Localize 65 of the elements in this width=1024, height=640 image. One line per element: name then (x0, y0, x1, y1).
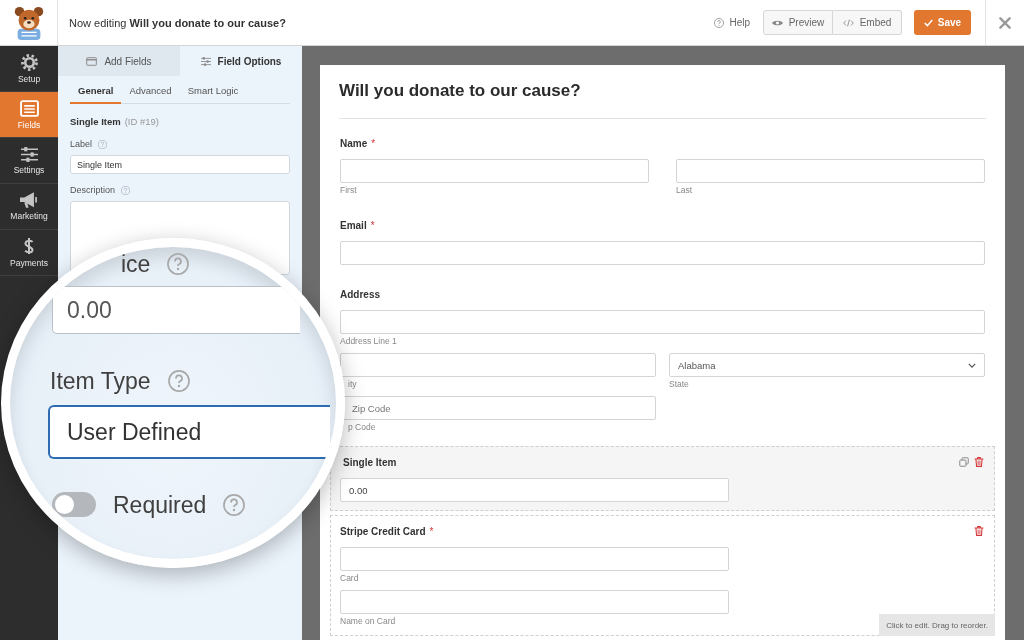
sublabel: Last (676, 185, 694, 196)
option-label: ice (121, 252, 151, 276)
check-icon (923, 18, 933, 27)
option-label: Description (70, 185, 116, 196)
sublabel: State (669, 379, 690, 390)
help-icon (167, 370, 190, 392)
trash-icon[interactable] (974, 457, 984, 467)
text-input[interactable] (340, 159, 649, 183)
required-asterisk: * (370, 219, 375, 231)
option-label: Item Type (50, 369, 151, 393)
sublabel: Card (340, 573, 360, 584)
text-input[interactable]: Single Item (70, 155, 290, 174)
toggle-switch[interactable] (52, 492, 96, 517)
subtab[interactable]: Smart Logic (179, 81, 247, 104)
field-label: Single Item (343, 456, 397, 468)
sublabel: ity (347, 379, 358, 390)
sublabel: Address Line 1 (340, 336, 398, 347)
tooltip: Click to edit. Drag to reorder. (879, 614, 995, 636)
text-input[interactable] (340, 590, 729, 614)
subtab[interactable]: Advanced (121, 81, 180, 104)
field-label: Name (340, 137, 368, 149)
help-button[interactable]: Help (714, 17, 750, 28)
field-label: Email (340, 219, 367, 231)
help-icon (121, 186, 131, 195)
code-icon (842, 18, 854, 27)
close-icon[interactable] (999, 16, 1011, 29)
megaphone-icon (20, 192, 38, 208)
select-field[interactable]: User Defined (48, 405, 330, 459)
text-input[interactable]: 0.00 (52, 286, 300, 334)
help-icon (167, 253, 190, 275)
editing-title: Now editing Will you donate to our cause? (69, 16, 286, 29)
required-asterisk: * (429, 525, 434, 537)
field-label: Address (340, 288, 380, 300)
preview-button[interactable]: Preview (763, 10, 833, 35)
sublabel: First (340, 185, 358, 196)
form-field-block[interactable]: Name * First Last (330, 127, 995, 205)
required-asterisk: * (371, 137, 376, 149)
option-label: Label (70, 139, 93, 150)
field-id: (ID #19) (124, 116, 159, 128)
panel-tab[interactable]: Add Fields (58, 46, 180, 76)
form-icon (19, 99, 39, 117)
option-label: Required (113, 492, 207, 517)
gear-icon (20, 53, 38, 71)
trash-icon[interactable] (974, 526, 984, 536)
text-input[interactable]: 0.00 (340, 478, 729, 502)
form-field-block[interactable]: Single Item 0.00 (330, 446, 995, 511)
help-icon (714, 17, 725, 28)
field-type-heading: Single Item (70, 116, 121, 128)
sublabel: p Code (347, 422, 377, 433)
form-title: Will you donate to our cause? (339, 80, 582, 102)
help-icon (98, 140, 108, 149)
sliders-icon (20, 146, 38, 162)
duplicate-icon[interactable] (959, 457, 969, 467)
text-input[interactable] (676, 159, 985, 183)
field-label: Stripe Credit Card (340, 525, 426, 537)
chevron-down-icon (968, 362, 976, 368)
eye-icon (771, 19, 783, 26)
embed-button[interactable]: Embed (833, 10, 902, 35)
help-icon (223, 493, 246, 516)
sublabel: Name on Card (340, 616, 397, 627)
subtab[interactable]: General (70, 81, 122, 104)
dollar-icon (24, 237, 34, 255)
select-field[interactable]: Alabama (669, 353, 985, 377)
sliders-icon (200, 56, 211, 66)
window-icon (86, 56, 98, 66)
